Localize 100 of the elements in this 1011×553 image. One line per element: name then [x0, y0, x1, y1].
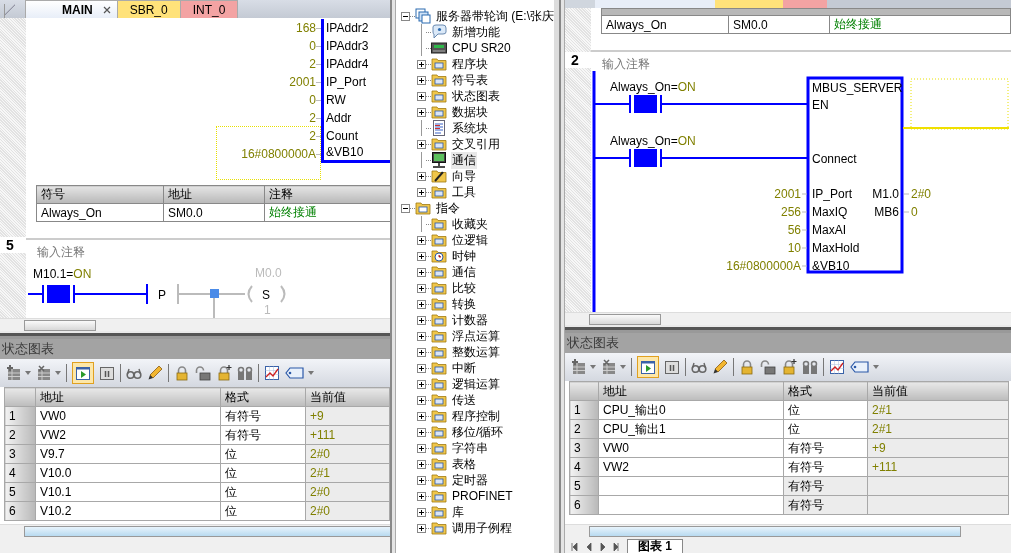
tree-item[interactable]: 移位/循环	[451, 423, 505, 441]
caret-icon[interactable]	[25, 371, 31, 375]
tree-item[interactable]: 位逻辑	[451, 231, 489, 249]
expander-icon[interactable]	[417, 299, 426, 309]
expander-icon[interactable]	[417, 491, 426, 501]
unlock-all-icon[interactable]	[802, 359, 818, 375]
tree-item[interactable]: 整数运算	[451, 343, 501, 361]
tree-item[interactable]: 程序控制	[451, 407, 501, 425]
tree-item[interactable]: 逻辑运算	[451, 375, 501, 393]
editor-tab[interactable]: SBR_0	[116, 0, 181, 18]
tree-item[interactable]: 表格	[451, 455, 477, 473]
horizontal-scrollbar[interactable]	[0, 318, 390, 331]
tree-item[interactable]: 中断	[451, 359, 477, 377]
horizontal-scrollbar[interactable]	[565, 312, 1011, 325]
tree-item[interactable]: 传送	[451, 391, 477, 409]
tree-item[interactable]: 通信	[451, 263, 477, 281]
expander-icon[interactable]	[417, 331, 426, 341]
pause-icon[interactable]	[664, 359, 680, 375]
tag-icon[interactable]	[850, 360, 870, 374]
caret-icon[interactable]	[590, 365, 596, 369]
tree-item[interactable]: 收藏夹	[451, 215, 489, 233]
expander-icon[interactable]	[417, 251, 426, 261]
tree-item[interactable]: 计数器	[451, 311, 489, 329]
trend-chart-icon[interactable]	[829, 359, 845, 375]
lock-icon[interactable]	[174, 365, 190, 381]
tree-item[interactable]: 转换	[451, 295, 477, 313]
tree-item[interactable]: 交叉引用	[451, 135, 501, 153]
insert-row-icon[interactable]	[6, 365, 22, 381]
tree-item[interactable]: 服务器带轮询 (E:\张庆	[435, 7, 554, 25]
tree-item[interactable]: 状态图表	[451, 87, 501, 105]
horizontal-scrollbar[interactable]	[0, 524, 390, 539]
expander-icon[interactable]	[417, 363, 426, 373]
caret-icon[interactable]	[55, 371, 61, 375]
sheet-tab[interactable]: 图表 1	[627, 539, 683, 553]
expander-icon[interactable]	[417, 411, 426, 421]
expander-icon[interactable]	[417, 523, 426, 533]
lock-plus-icon[interactable]	[216, 365, 232, 381]
delete-row-icon[interactable]	[601, 359, 617, 375]
splitter[interactable]	[565, 325, 1011, 333]
expander-icon[interactable]	[417, 459, 426, 469]
pencil-icon[interactable]	[147, 365, 163, 381]
expander-icon[interactable]	[401, 11, 410, 21]
unlock-icon[interactable]	[760, 359, 776, 375]
expander-icon[interactable]	[417, 171, 426, 181]
delete-row-icon[interactable]	[36, 365, 52, 381]
tag-icon[interactable]	[285, 366, 305, 380]
tree-item[interactable]: 比较	[451, 279, 477, 297]
unlock-all-icon[interactable]	[237, 365, 253, 381]
expander-icon[interactable]	[417, 91, 426, 101]
tree-item[interactable]: 工具	[451, 183, 477, 201]
tree-item[interactable]: CPU SR20	[451, 41, 512, 55]
tree-item[interactable]: 数据块	[451, 103, 489, 121]
expander-icon[interactable]	[417, 139, 426, 149]
expander-icon[interactable]	[417, 235, 426, 245]
tree-item[interactable]: 定时器	[451, 471, 489, 489]
expander-icon[interactable]	[417, 283, 426, 293]
expander-icon[interactable]	[417, 315, 426, 325]
tree-item[interactable]: 浮点运算	[451, 327, 501, 345]
tree-item[interactable]: 程序块	[451, 55, 489, 73]
expander-icon[interactable]	[417, 347, 426, 357]
tree-item[interactable]: 库	[451, 503, 465, 521]
expander-icon[interactable]	[417, 507, 426, 517]
expander-icon[interactable]	[417, 443, 426, 453]
expander-icon[interactable]	[417, 475, 426, 485]
editor-tab[interactable]: INT_0	[179, 0, 239, 18]
expander-icon[interactable]	[417, 395, 426, 405]
editor-tab[interactable]: MAIN	[25, 0, 118, 18]
tree-item[interactable]: 字符串	[451, 439, 489, 457]
splitter[interactable]	[0, 331, 390, 339]
expander-icon[interactable]	[417, 59, 426, 69]
insert-row-icon[interactable]	[571, 359, 587, 375]
expander-icon[interactable]	[417, 107, 426, 117]
caret-icon[interactable]	[308, 371, 314, 375]
expander-icon[interactable]	[417, 75, 426, 85]
tree-item[interactable]: 系统块	[451, 119, 489, 137]
tree-item[interactable]: 向导	[451, 167, 477, 185]
lock-plus-icon[interactable]	[781, 359, 797, 375]
expander-icon[interactable]	[401, 203, 410, 213]
parameter-value: 16#0800000A	[726, 259, 801, 273]
trend-chart-icon[interactable]	[264, 365, 280, 381]
expander-icon[interactable]	[417, 427, 426, 437]
pause-icon[interactable]	[99, 365, 115, 381]
tree-item[interactable]: 调用子例程	[451, 519, 513, 537]
caret-icon[interactable]	[873, 365, 879, 369]
pencil-icon[interactable]	[712, 359, 728, 375]
expander-icon[interactable]	[417, 267, 426, 277]
tree-item[interactable]: 时钟	[451, 247, 477, 265]
expander-icon[interactable]	[417, 379, 426, 389]
sheet-navigation-icon[interactable]	[571, 543, 619, 551]
tree-item[interactable]: 指令	[435, 199, 461, 217]
caret-icon[interactable]	[620, 365, 626, 369]
lock-icon[interactable]	[739, 359, 755, 375]
tree-item[interactable]: PROFINET	[451, 489, 514, 503]
horizontal-scrollbar[interactable]	[565, 524, 1011, 539]
expander-icon[interactable]	[417, 187, 426, 197]
tree-item[interactable]: 新增功能	[451, 23, 501, 41]
unlock-icon[interactable]	[195, 365, 211, 381]
tree-item[interactable]: 符号表	[451, 71, 489, 89]
tree-item[interactable]: 通信	[451, 151, 477, 169]
close-icon[interactable]	[102, 5, 111, 14]
